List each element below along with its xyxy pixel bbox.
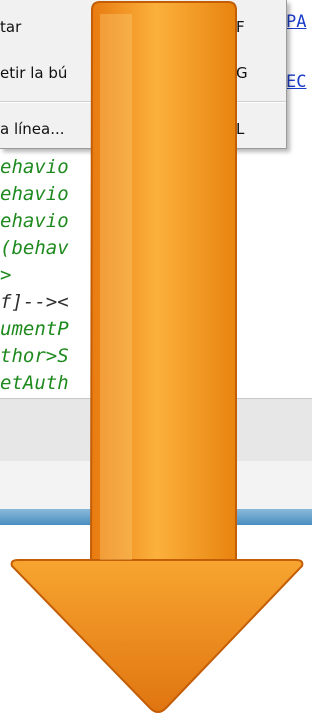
code-editor[interactable]: PA EC ehavio fault; ehavio fault; ehavio… <box>0 0 312 398</box>
horizontal-scrollbar[interactable] <box>0 398 312 462</box>
code-line: ehavio fault; <box>0 210 172 232</box>
code-line: etAuth Yo:La <box>0 372 161 394</box>
code-link[interactable]: EC <box>286 72 306 92</box>
menu-item-label: tar <box>0 18 22 36</box>
window-frame-accent <box>0 509 312 525</box>
menu-item-shortcut: L <box>236 120 245 138</box>
menu-item-go-to-line[interactable]: a línea... L <box>0 112 286 148</box>
code-line: f]-->< e mso <box>0 291 161 313</box>
menu-item-repeat-search[interactable]: etir la bú G <box>0 56 286 92</box>
code-line: > <box>0 264 12 286</box>
status-bar <box>0 461 312 509</box>
lower-panel <box>0 525 312 721</box>
code-line: ehavio fault; <box>0 156 172 178</box>
menu-item-shortcut: G <box>236 64 248 82</box>
code-link[interactable]: PA <box>286 12 306 32</box>
code-line: (behav defau <box>0 237 161 259</box>
code-line: umentP > <box>0 318 115 340</box>
menu-item-label: etir la bú <box>0 64 68 82</box>
context-menu: tar F etir la bú G a línea... L <box>0 0 287 149</box>
menu-item-find[interactable]: tar F <box>0 10 286 46</box>
menu-separator <box>0 101 286 103</box>
code-line: thor>S uthor <box>0 345 161 367</box>
menu-item-shortcut: F <box>236 18 245 36</box>
menu-item-label: a línea... <box>0 120 65 138</box>
code-line: ehavio fault; <box>0 183 172 205</box>
